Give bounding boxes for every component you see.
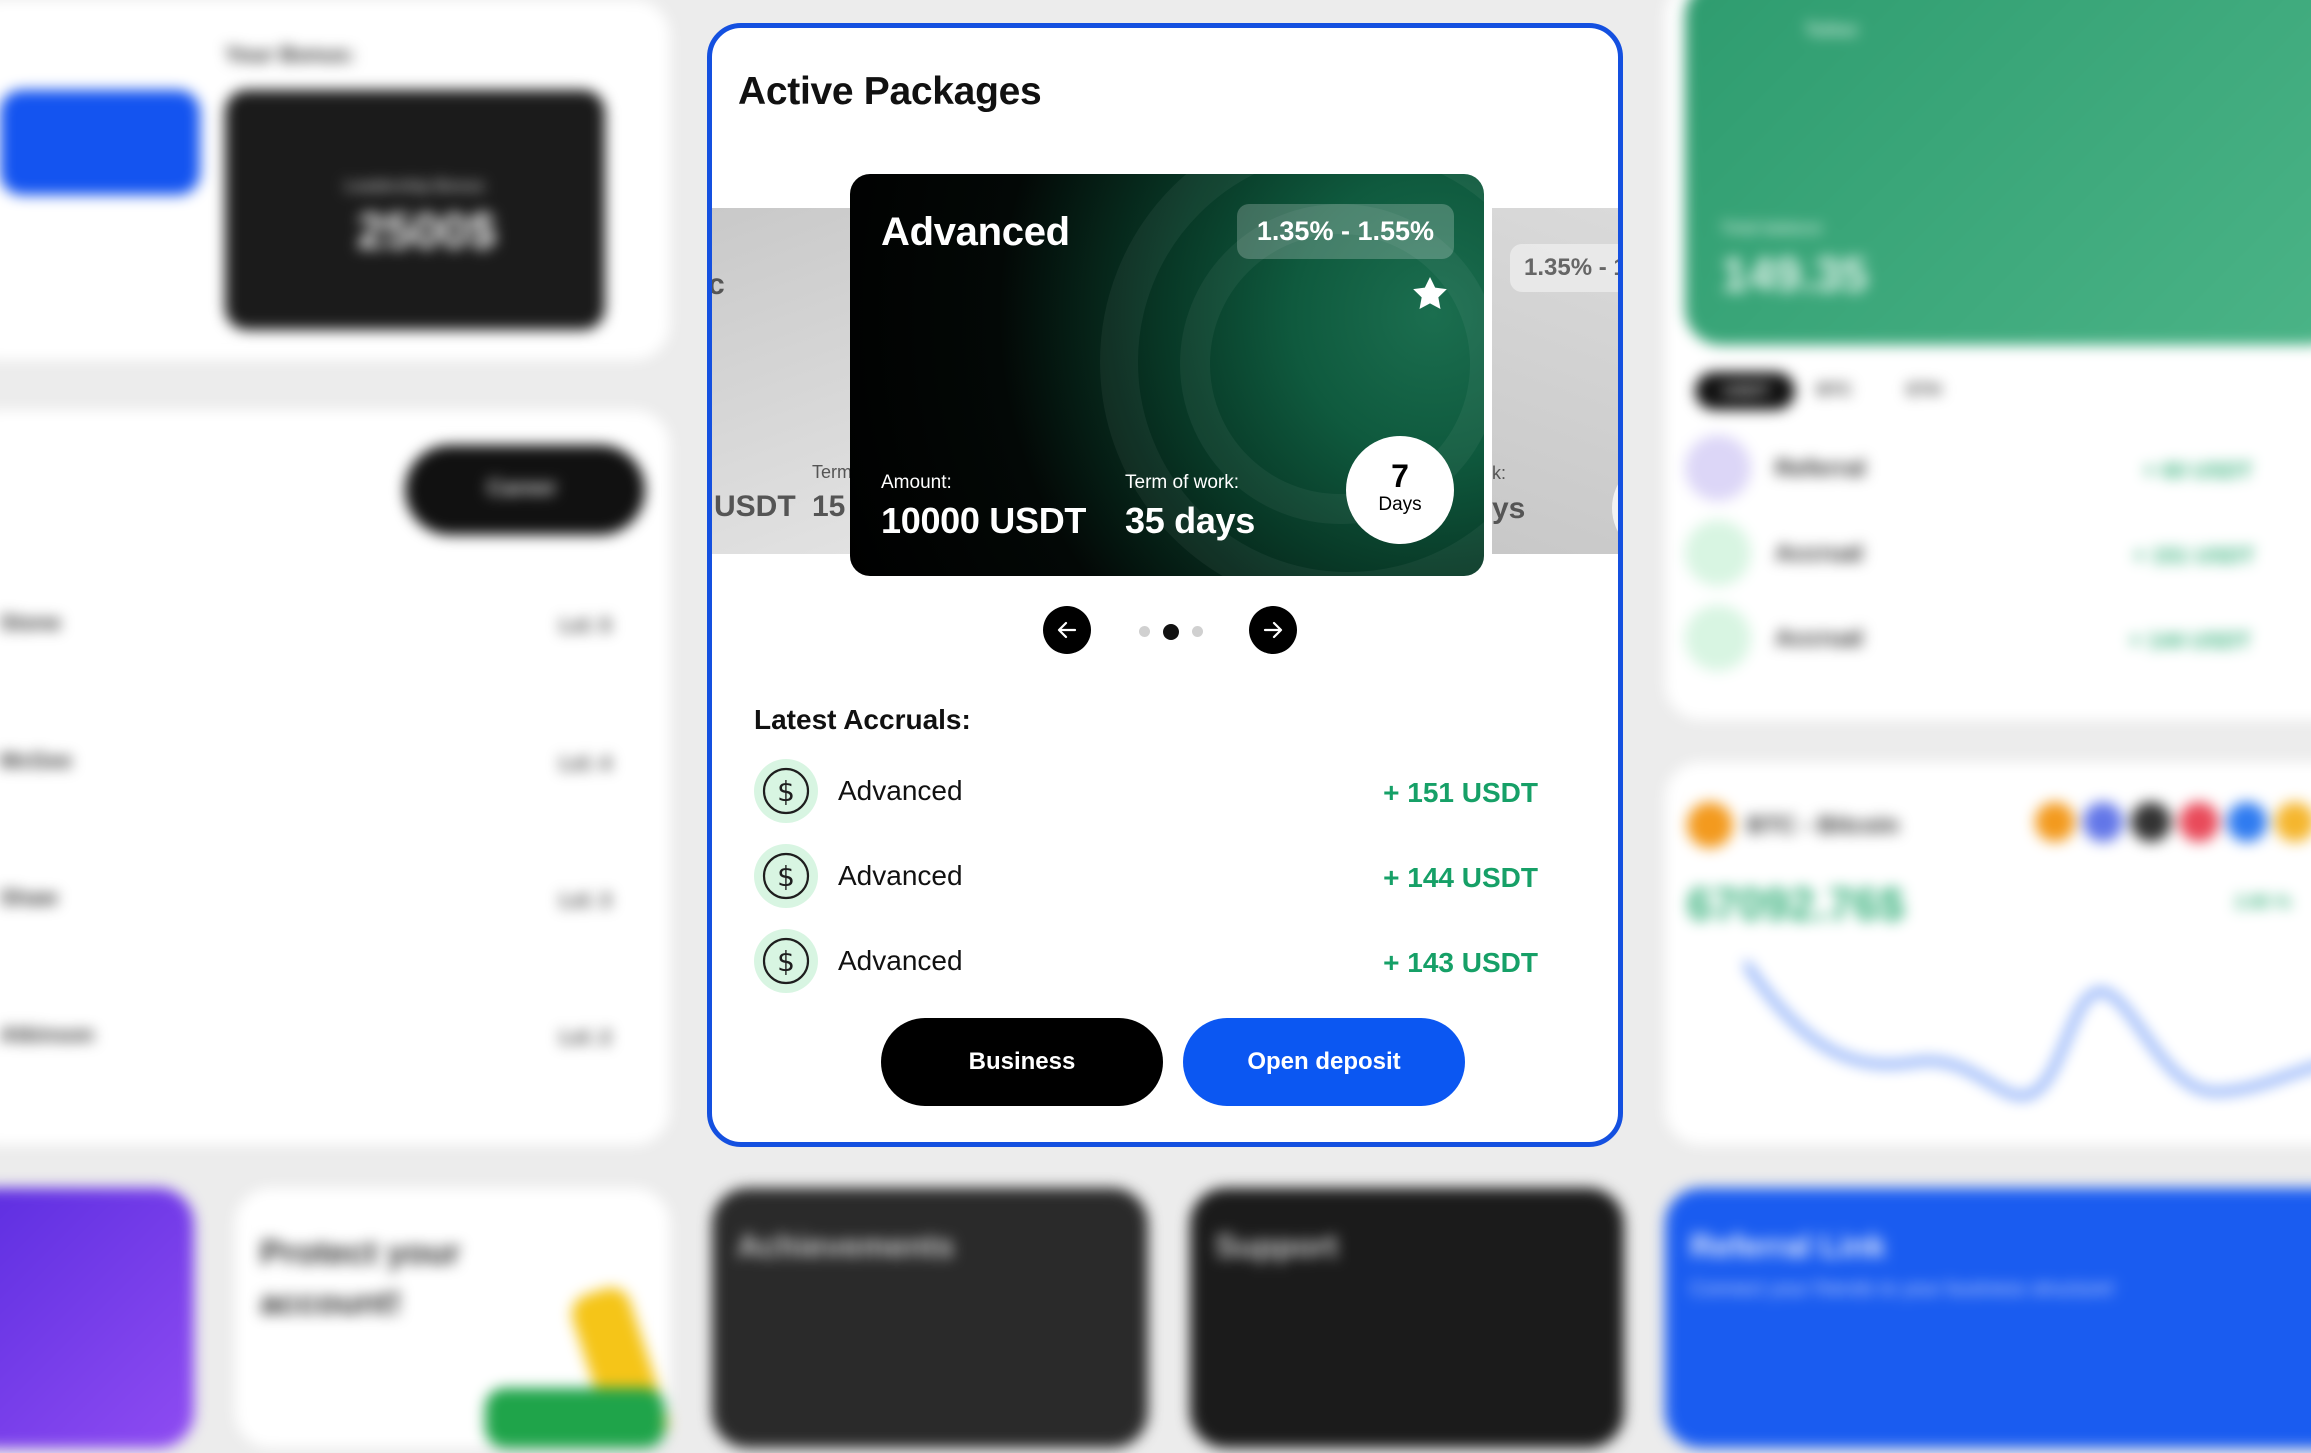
modal-title: Active Packages — [738, 70, 1042, 113]
bonus-value: 2500$ — [357, 203, 497, 259]
wallet-tab-eth[interactable]: ETH — [1907, 380, 1941, 400]
dollar-coin-icon: $ — [754, 844, 818, 908]
achievements-card[interactable]: Achievements — [712, 1188, 1148, 1448]
coin-icon — [2083, 802, 2123, 842]
wallet-card: Tether Total balance 149.35 USDT BTC ETH… — [1665, 0, 2311, 720]
wallet-tab-btc[interactable]: BTC — [1817, 380, 1852, 400]
days-remaining-badge: 7 Days — [1346, 436, 1454, 544]
wallet-balance-card: Tether Total balance 149.35 — [1685, 0, 2311, 345]
coin-icon — [2035, 802, 2075, 842]
days-badge — [1612, 458, 1618, 554]
wallet-tab-usdt[interactable]: USDT — [1695, 372, 1795, 410]
amount-label: Amount: — [881, 472, 952, 493]
promo-card — [0, 1188, 194, 1448]
career-button[interactable]: Career — [405, 445, 645, 535]
dollar-coin-icon: $ — [754, 929, 818, 993]
shield-base-icon — [485, 1388, 665, 1448]
package-card-active[interactable]: Advanced 1.35% - 1.55% Amount: 10000 USD… — [850, 174, 1484, 576]
package-rate-badge: 1.35% - 1.55% — [1236, 204, 1454, 259]
svg-text:$: $ — [777, 860, 795, 893]
package-card-next[interactable]: 1.35% - 1 k: ys — [1492, 208, 1618, 554]
accrual-amount: + 143 USDT — [1383, 947, 1538, 978]
btc-sparkline — [1745, 960, 2311, 1100]
coin-icon — [2227, 802, 2267, 842]
carousel-next-button[interactable] — [1249, 606, 1297, 654]
protect-card[interactable]: Protect your account! — [235, 1188, 674, 1453]
coin-icon — [2179, 802, 2219, 842]
accrual-name: Advanced — [838, 775, 963, 806]
coin-icon — [2275, 802, 2311, 842]
package-card-previous[interactable]: c Term 15 USDT — [712, 208, 862, 554]
open-deposit-button[interactable]: Open deposit — [1183, 1018, 1465, 1106]
bonus-caption: Leadership Bonus — [345, 178, 485, 195]
amount-value: 10000 USDT — [881, 500, 1087, 541]
team-card: Career Stone Lvl. 5 McGee Lvl. 4 Shaw Lvl. … — [0, 410, 670, 1145]
term-value: 35 days — [1125, 500, 1255, 541]
dollar-coin-icon: $ — [754, 759, 818, 823]
accrual-name: Advanced — [838, 860, 963, 891]
star-icon[interactable] — [1410, 274, 1450, 314]
referral-card[interactable]: Referral Link Connect your friends to yo… — [1665, 1188, 2311, 1448]
accrual-amount: + 151 USDT — [1383, 777, 1538, 808]
bonus-card: Your Bonus: Leadership Bonus 2500$ — [0, 0, 670, 360]
coin-icon — [2131, 802, 2171, 842]
accrual-row: $ Advanced + 151 USDT — [754, 759, 1554, 823]
business-button[interactable]: Business — [881, 1018, 1163, 1106]
btc-card: BTC - Bitcoin 67092.76$ 2.85 % — [1665, 762, 2311, 1145]
accrual-name: Advanced — [838, 945, 963, 976]
blue-tile — [0, 90, 200, 195]
accrual-row: $ Advanced + 144 USDT — [754, 844, 1554, 908]
carousel-dot-active[interactable] — [1163, 624, 1179, 640]
carousel-dot[interactable] — [1192, 626, 1203, 637]
days-label: Days — [1378, 494, 1422, 515]
arrow-left-icon — [1057, 621, 1077, 639]
carousel-dot[interactable] — [1139, 626, 1150, 637]
package-name: Advanced — [881, 210, 1070, 254]
accrual-row: $ Advanced + 143 USDT — [754, 929, 1554, 993]
svg-text:$: $ — [777, 945, 795, 978]
leadership-bonus-card[interactable]: Leadership Bonus 2500$ — [225, 90, 605, 330]
accruals-title: Latest Accruals: — [754, 704, 971, 735]
accrual-amount: + 144 USDT — [1383, 862, 1538, 893]
svg-text:$: $ — [777, 775, 795, 808]
support-card[interactable]: Support — [1190, 1188, 1624, 1448]
bonus-label: Your Bonus: — [225, 42, 356, 67]
carousel-prev-button[interactable] — [1043, 606, 1091, 654]
term-label: Term of work: — [1125, 472, 1240, 493]
btc-icon — [1687, 802, 1733, 848]
active-packages-modal: Active Packages c Term 15 USDT 1.35% - 1… — [707, 23, 1623, 1147]
arrow-right-icon — [1263, 621, 1283, 639]
days-number: 7 — [1391, 458, 1409, 494]
